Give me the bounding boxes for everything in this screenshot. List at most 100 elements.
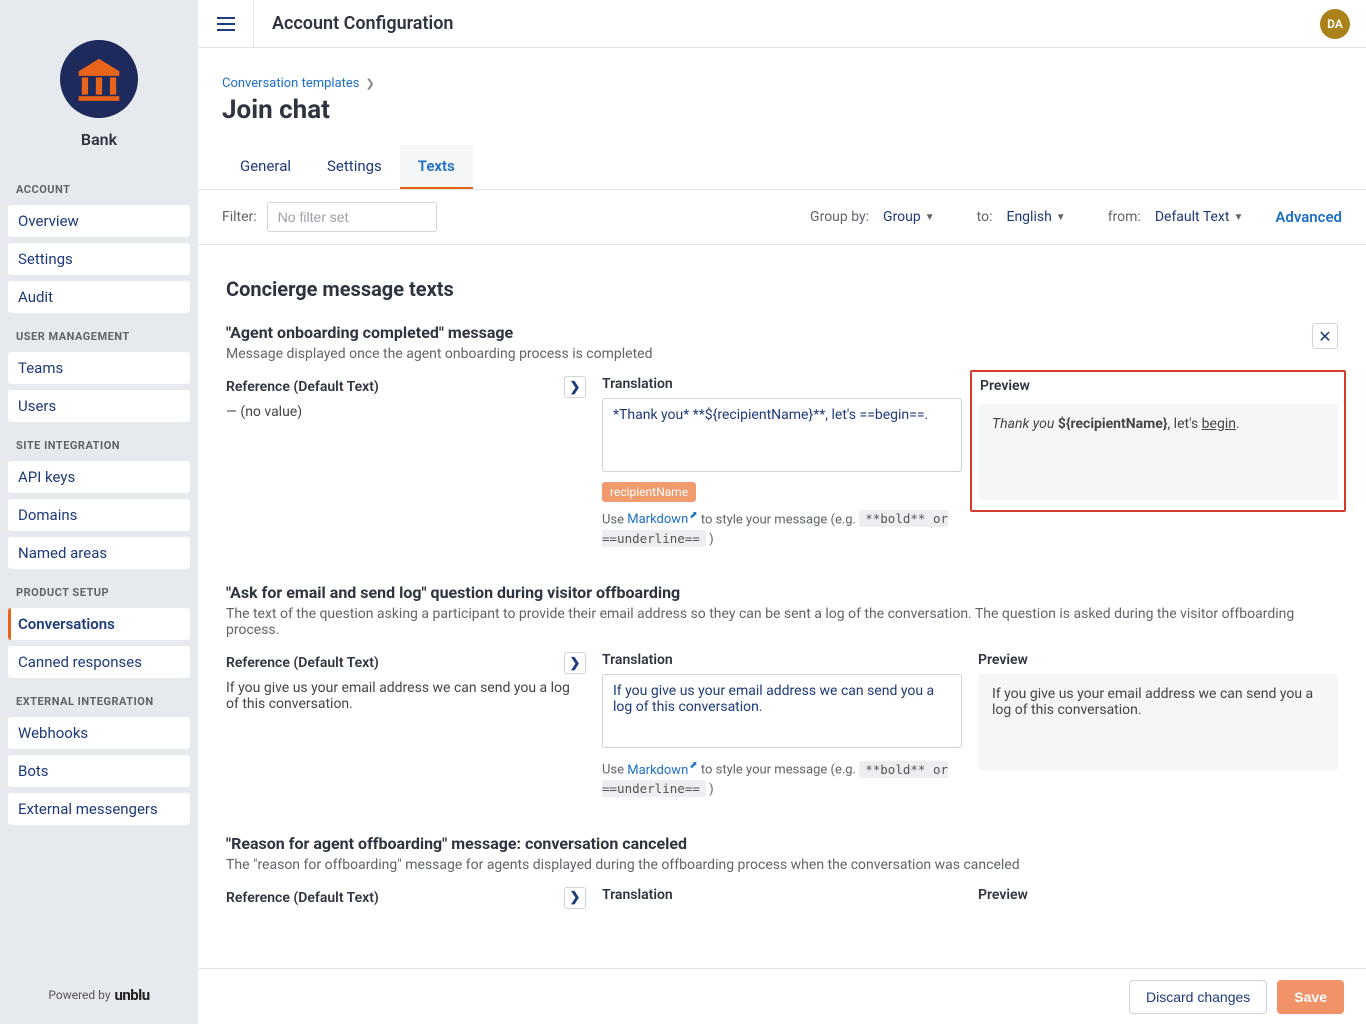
preview-col: Preview If you give us your email addres…: [978, 652, 1338, 770]
filter-label: Filter:: [222, 209, 257, 225]
close-icon[interactable]: ✕: [1312, 323, 1338, 349]
from-select[interactable]: Default Text▼: [1151, 207, 1248, 227]
svg-text:$: $: [96, 61, 102, 74]
sidebar-item-bots[interactable]: Bots: [8, 755, 190, 787]
reference-col: Reference (Default Text) ❯ If you give u…: [226, 652, 586, 712]
preview-label: Preview: [978, 887, 1028, 903]
save-button[interactable]: Save: [1277, 980, 1344, 1014]
section-title-user-mgmt: USER MANAGEMENT: [0, 316, 198, 349]
from-label: from:: [1108, 209, 1141, 225]
sidebar-item-webhooks[interactable]: Webhooks: [8, 717, 190, 749]
filter-input[interactable]: [267, 202, 437, 232]
copy-right-icon[interactable]: ❯: [564, 887, 586, 909]
section-title-product: PRODUCT SETUP: [0, 572, 198, 605]
sidebar-item-extmsg[interactable]: External messengers: [8, 793, 190, 825]
powered-label: Powered by: [48, 988, 110, 1002]
config-block-agent-onboarding: ✕ "Agent onboarding completed" message M…: [226, 323, 1338, 549]
preview-label: Preview: [980, 378, 1030, 394]
section-title-external: EXTERNAL INTEGRATION: [0, 681, 198, 714]
section-title: Concierge message texts: [226, 277, 1338, 301]
external-link-icon: ⬈: [689, 760, 697, 771]
discard-button[interactable]: Discard changes: [1129, 980, 1267, 1014]
brand-block: $ Bank: [0, 0, 198, 169]
reference-value: If you give us your email address we can…: [226, 680, 586, 712]
copy-right-icon[interactable]: ❯: [564, 376, 586, 398]
sidebar-item-teams[interactable]: Teams: [8, 352, 190, 384]
page-header: Conversation templates ❯ Join chat: [198, 48, 1366, 125]
config-block-reason-offboarding: "Reason for agent offboarding" message: …: [226, 834, 1338, 915]
avatar[interactable]: DA: [1320, 9, 1350, 39]
topbar: Account Configuration DA: [198, 0, 1366, 48]
sidebar-item-audit[interactable]: Audit: [8, 281, 190, 313]
translation-input[interactable]: [602, 674, 962, 748]
translation-col: Translation: [602, 887, 962, 909]
brand-name: Bank: [81, 130, 117, 149]
section-title-site-int: SITE INTEGRATION: [0, 425, 198, 458]
groupby-select[interactable]: Group▼: [879, 207, 939, 227]
cfg-desc: The text of the question asking a partic…: [226, 606, 1338, 638]
reference-label: Reference (Default Text): [226, 379, 379, 395]
cfg-title: "Agent onboarding completed" message: [226, 323, 1338, 342]
sidebar-item-domains[interactable]: Domains: [8, 499, 190, 531]
config-block-ask-email: "Ask for email and send log" question du…: [226, 583, 1338, 799]
markdown-hint: Use Markdown⬈ to style your message (e.g…: [602, 758, 962, 799]
translation-col: Translation recipientName Use Markdown⬈ …: [602, 376, 962, 549]
powered-by: Powered by unblu: [0, 972, 198, 1024]
markdown-hint: Use Markdown⬈ to style your message (e.g…: [602, 508, 962, 549]
sidebar-item-overview[interactable]: Overview: [8, 205, 190, 237]
tab-texts[interactable]: Texts: [400, 145, 473, 189]
menu-icon[interactable]: [198, 0, 254, 48]
preview-box: If you give us your email address we can…: [978, 674, 1338, 770]
cfg-title: "Ask for email and send log" question du…: [226, 583, 1338, 602]
page-title: Join chat: [222, 95, 1342, 125]
caret-down-icon: ▼: [925, 212, 935, 223]
variable-chip[interactable]: recipientName: [602, 482, 696, 502]
tabs: General Settings Texts: [198, 145, 1366, 190]
markdown-link[interactable]: Markdown⬈: [627, 512, 697, 527]
reference-value: — (no value): [226, 404, 586, 420]
reference-label: Reference (Default Text): [226, 890, 379, 906]
caret-down-icon: ▼: [1233, 212, 1243, 223]
footer: Discard changes Save: [198, 968, 1366, 1024]
bank-logo-icon: $: [60, 40, 138, 118]
sidebar: $ Bank ACCOUNT Overview Settings Audit U…: [0, 0, 198, 1024]
preview-label: Preview: [978, 652, 1028, 668]
tab-general[interactable]: General: [222, 145, 309, 189]
reference-col: Reference (Default Text) ❯ — (no value): [226, 376, 586, 420]
sidebar-item-users[interactable]: Users: [8, 390, 190, 422]
translation-label: Translation: [602, 887, 673, 903]
cfg-desc: The "reason for offboarding" message for…: [226, 857, 1338, 873]
cfg-desc: Message displayed once the agent onboard…: [226, 346, 1338, 362]
filterbar: Filter: Group by: Group▼ to: English▼ fr…: [198, 190, 1366, 245]
sidebar-item-settings[interactable]: Settings: [8, 243, 190, 275]
chevron-right-icon: ❯: [366, 77, 375, 90]
translation-label: Translation: [602, 376, 673, 392]
tab-settings[interactable]: Settings: [309, 145, 400, 189]
groupby-label: Group by:: [810, 209, 869, 225]
advanced-link[interactable]: Advanced: [1275, 208, 1342, 226]
main: Account Configuration DA Conversation te…: [198, 0, 1366, 1024]
sidebar-item-apikeys[interactable]: API keys: [8, 461, 190, 493]
to-label: to:: [977, 209, 993, 225]
copy-right-icon[interactable]: ❯: [564, 652, 586, 674]
caret-down-icon: ▼: [1056, 212, 1066, 223]
content: Concierge message texts ✕ "Agent onboard…: [198, 245, 1366, 968]
preview-col: Preview Thank you ${recipientName}, let'…: [970, 370, 1346, 512]
powered-brand: unblu: [115, 986, 150, 1004]
reference-label: Reference (Default Text): [226, 655, 379, 671]
sidebar-item-canned[interactable]: Canned responses: [8, 646, 190, 678]
external-link-icon: ⬈: [689, 510, 697, 521]
section-title-account: ACCOUNT: [0, 169, 198, 202]
reference-col: Reference (Default Text) ❯: [226, 887, 586, 915]
breadcrumb: Conversation templates ❯: [222, 76, 1342, 91]
breadcrumb-link[interactable]: Conversation templates: [222, 76, 360, 91]
sidebar-item-namedareas[interactable]: Named areas: [8, 537, 190, 569]
cfg-title: "Reason for agent offboarding" message: …: [226, 834, 1338, 853]
to-select[interactable]: English▼: [1002, 207, 1069, 227]
translation-input[interactable]: [602, 398, 962, 472]
preview-col: Preview: [978, 887, 1338, 909]
preview-box: Thank you ${recipientName}, let's begin.: [978, 404, 1338, 500]
markdown-link[interactable]: Markdown⬈: [627, 763, 697, 778]
sidebar-item-conversations[interactable]: Conversations: [8, 608, 190, 640]
translation-col: Translation Use Markdown⬈ to style your …: [602, 652, 962, 799]
